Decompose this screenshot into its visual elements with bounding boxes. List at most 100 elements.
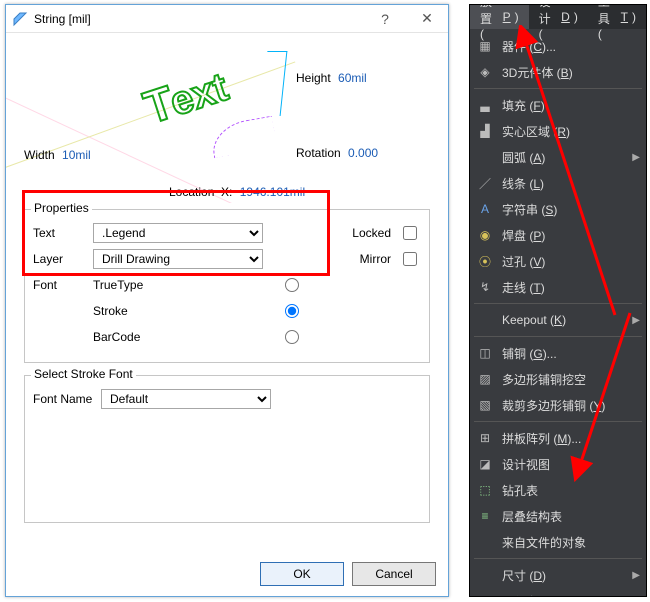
menu-item-label: 实心区域 (R) [502,123,640,140]
menu-item-label: 多边形铺铜挖空 [502,371,640,388]
location-y-value[interactable]: -1117.552mil [234,201,302,203]
menu-separator [474,88,642,89]
menu-item-label: 3D元件体 (B) [502,64,640,81]
view-icon: ◪ [476,455,494,473]
menu-item-5[interactable]: 圆弧 (A) ▶ [470,144,646,170]
menu-item-14[interactable]: ◫铺铜 (G)... [470,340,646,366]
string-properties-dialog: String [mil] ? ✕ T ext Height 60mil Widt… [5,4,449,597]
menu-item-label: 圆弧 (A) [502,149,624,166]
menu-item-18[interactable]: ⊞ 拼板阵列 (M)... [470,425,646,451]
locked-label: Locked [337,226,397,240]
menu-item-4[interactable]: ▟实心区域 (R) [470,118,646,144]
menu-item-label: 层叠结构表 [502,508,640,525]
barcode-label: BarCode [93,330,263,344]
menu-item-label: 焊盘 (P) [502,227,640,244]
menu-separator [474,303,642,304]
menu-item-label: Keepout (K) [502,313,624,327]
submenu-arrow-icon: ▶ [632,315,640,326]
truetype-radio[interactable] [285,278,299,292]
menu-item-label: 走线 (T) [502,279,640,296]
text-label: Text [33,226,93,240]
submenu-arrow-icon: ▶ [632,596,640,598]
help-button[interactable]: ? [364,5,406,33]
menu-item-21[interactable]: ≡ 层叠结构表 [470,503,646,529]
grid-icon: ⊞ [476,429,494,447]
menu-item-16[interactable]: ▧裁剪多边形铺铜 (Y) [470,392,646,418]
dialog-title: String [mil] [34,12,364,26]
slice-icon: ▧ [476,396,494,414]
menu-item-label: 过孔 (V) [502,253,640,270]
menu-item-8[interactable]: ◉ 焊盘 (P) [470,222,646,248]
blank-icon [476,148,494,166]
font-name-label: Font Name [33,392,101,406]
properties-fieldset: Properties Text .Legend Locked Layer Dri… [24,209,430,363]
locked-checkbox[interactable] [403,226,417,240]
menu-item-label: 拼板阵列 (M)... [502,430,640,447]
menu-item-label: 设计视图 [502,456,640,473]
stroke-font-fieldset: Select Stroke Font Font Name Default [24,375,430,523]
menu-item-24[interactable]: 尺寸 (D)▶ [470,562,646,588]
chip-icon: ▦ [476,37,494,55]
menu-item-9[interactable]: ⦿ 过孔 (V) [470,248,646,274]
location-x-value[interactable]: 1946.101mil [240,185,305,199]
location-y-label: Y: -1117.552mil [216,201,302,203]
height-value[interactable]: 60mil [338,71,367,85]
via-icon: ⦿ [476,252,494,270]
route-icon: ↯ [476,278,494,296]
menu-item-10[interactable]: ↯ 走线 (T) [470,274,646,300]
A-icon: A [476,200,494,218]
blank-icon [476,566,494,584]
menu-separator [474,336,642,337]
menu-separator [474,558,642,559]
stack-icon: ≡ [476,507,494,525]
menu-item-label: 钻孔表 [502,482,640,499]
menu-item-25[interactable]: 工作向导 (W)▶ [470,588,646,597]
menu-item-label: 铺铜 (G)... [502,345,640,362]
app-icon [12,11,28,27]
menu-item-label: 填充 (F) [502,97,640,114]
font-label: Font [33,278,93,292]
barcode-radio[interactable] [285,330,299,344]
menu-item-label: 字符串 (S) [502,201,640,218]
submenu-arrow-icon: ▶ [632,152,640,163]
width-value[interactable]: 10mil [62,148,91,162]
text-art: T ext [136,48,286,143]
menu-item-19[interactable]: ◪ 设计视图 [470,451,646,477]
pad-icon: ◉ [476,226,494,244]
layer-label: Layer [33,252,93,266]
menu-item-12[interactable]: Keepout (K) ▶ [470,307,646,333]
mirror-checkbox[interactable] [403,252,417,266]
close-button[interactable]: ✕ [406,5,448,33]
menu-tab-t[interactable]: 工具 (T) [588,5,646,29]
stroke-radio[interactable] [285,304,299,318]
blank-icon [476,592,494,597]
menu-item-20[interactable]: ⬚ 钻孔表 [470,477,646,503]
drill-icon: ⬚ [476,481,494,499]
titlebar[interactable]: String [mil] ? ✕ [6,5,448,33]
layer-select[interactable]: Drill Drawing [93,249,263,269]
ok-button[interactable]: OK [260,562,344,586]
text-select[interactable]: .Legend [93,223,263,243]
place-menu-list: ▦器件 (C)...◈3D元件体 (B)▃填充 (F)▟实心区域 (R)圆弧 (… [470,29,646,597]
menu-item-6[interactable]: ／线条 (L) [470,170,646,196]
cancel-button[interactable]: Cancel [352,562,436,586]
menu-item-1[interactable]: ◈3D元件体 (B) [470,59,646,85]
font-name-select[interactable]: Default [101,389,271,409]
properties-legend: Properties [31,201,92,215]
menu-tab-d[interactable]: 设计 (D) [529,5,588,29]
menu-item-15[interactable]: ▨多边形铺铜挖空 [470,366,646,392]
menu-bar: 放置 (P)设计 (D)工具 (T) [470,5,646,29]
menu-item-7[interactable]: A 字符串 (S) [470,196,646,222]
submenu-arrow-icon: ▶ [632,570,640,581]
mirror-label: Mirror [337,252,397,266]
menu-tab-p[interactable]: 放置 (P) [470,5,529,29]
height-label: Height 60mil [296,71,367,85]
line-icon: ／ [476,174,494,192]
menu-item-0[interactable]: ▦ 器件 (C)... [470,33,646,59]
rotation-label: Rotation 0.000 [296,146,378,160]
menu-item-3[interactable]: ▃填充 (F) [470,92,646,118]
menu-item-22[interactable]: 来自文件的对象 [470,529,646,555]
location-label: Location X: 1946.101mil [169,185,305,199]
menu-item-label: 器件 (C)... [502,38,640,55]
rotation-value[interactable]: 0.000 [348,146,378,160]
